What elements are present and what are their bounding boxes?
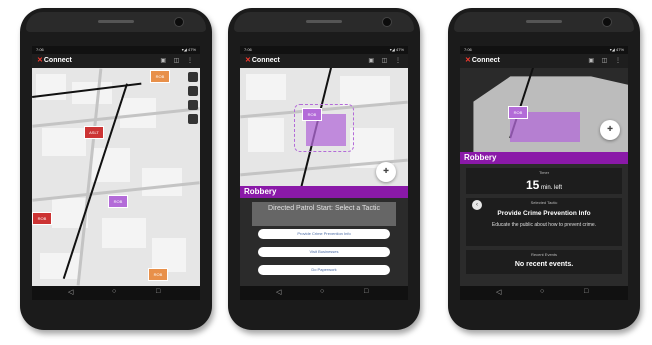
phone-map-view: 7:06 ▾◢ 47% ✕Connect ▣ ◫ ⋮ ROB ASLT ROB R… (20, 8, 212, 330)
tactic-name: Provide Crime Prevention Info (497, 210, 591, 217)
speaker (98, 20, 134, 23)
app-name: Connect (43, 57, 72, 64)
tactic-caption: Selected Tactic (530, 200, 558, 205)
map-block (40, 253, 80, 279)
system-nav-bar: ◁ ○ □ (460, 286, 628, 300)
status-icons: ▾◢ 47% (609, 47, 624, 52)
crime-marker[interactable]: ASLT (84, 126, 104, 139)
app-logo: ✕Connect (37, 56, 72, 64)
back-icon[interactable]: ◁ (68, 288, 73, 296)
back-circle-icon[interactable]: ‹ (472, 200, 482, 210)
locate-icon[interactable] (188, 86, 198, 96)
back-icon[interactable]: ◁ (276, 288, 281, 296)
phone-patrol-timer: 7:06 ▾◢ 47% ✕Connect ▣ ◫ ⋮ ROB ✚ Robbery … (448, 8, 640, 330)
system-nav-bar: ◁ ○ □ (32, 286, 200, 300)
camera (382, 17, 392, 27)
status-bar: 7:06 ▾◢ 47% (460, 46, 628, 54)
tactic-description: Educate the public about how to prevent … (491, 222, 597, 228)
camera (174, 17, 184, 27)
status-icons: ▾◢ 47% (389, 47, 404, 52)
app-name: Connect (251, 57, 280, 64)
timer-value: 15 (525, 178, 540, 192)
screen: 7:06 ▾◢ 47% ✕Connect ▣ ◫ ⋮ ROB ASLT ROB R… (32, 46, 200, 300)
phone-select-tactic: 7:06 ▾◢ 47% ✕Connect ▣ ◫ ⋮ ROB ✚ Robbery … (228, 8, 420, 330)
system-nav-bar: ◁ ○ □ (240, 286, 408, 300)
logo-mark: ✕ (37, 57, 43, 64)
status-time: 7:06 (36, 47, 44, 52)
status-time: 7:06 (464, 47, 472, 52)
status-icons: ▾◢ 47% (181, 47, 196, 52)
recents-icon[interactable]: □ (364, 288, 368, 295)
logo-mark: ✕ (245, 57, 251, 64)
crime-marker[interactable]: ROB (32, 212, 52, 225)
timer-unit: min. left (541, 185, 563, 191)
home-icon[interactable]: ○ (112, 288, 116, 295)
map[interactable]: ROB ASLT ROB ROB ROB (32, 68, 200, 286)
map-block (42, 128, 86, 156)
crime-marker[interactable]: ROB (150, 70, 170, 83)
app-logo: ✕Connect (465, 56, 500, 64)
recents-icon[interactable]: □ (584, 288, 588, 295)
timer-readout: 15 min. left (466, 178, 622, 192)
map-block (340, 76, 390, 106)
app-bar-icons[interactable]: ▣ ◫ ⋮ (160, 57, 196, 64)
crime-marker[interactable]: ROB (302, 108, 322, 121)
selected-tactic-card: ‹ Selected Tactic Provide Crime Preventi… (466, 198, 622, 246)
map-block (102, 218, 146, 248)
status-bar: 7:06 ▾◢ 47% (32, 46, 200, 54)
map[interactable]: ROB ✚ (240, 68, 408, 186)
timer-caption: Timer (538, 170, 550, 175)
map-block (248, 118, 284, 152)
speaker (526, 20, 562, 23)
screen: 7:06 ▾◢ 47% ✕Connect ▣ ◫ ⋮ ROB ✚ Robbery … (460, 46, 628, 300)
map-block (72, 82, 112, 104)
app-bar-icons[interactable]: ▣ ◫ ⋮ (368, 57, 404, 64)
incident-title: Robbery (460, 152, 628, 164)
status-time: 7:06 (244, 47, 252, 52)
home-icon[interactable]: ○ (320, 288, 324, 295)
app-bar-icons[interactable]: ▣ ◫ ⋮ (588, 57, 624, 64)
crime-marker[interactable]: ROB (108, 195, 128, 208)
events-caption: Recent Events (530, 252, 557, 257)
crime-marker[interactable]: ROB (508, 106, 528, 119)
crime-marker[interactable]: ROB (148, 268, 168, 281)
filter-icon[interactable] (188, 100, 198, 110)
map[interactable]: ROB ✚ (460, 68, 628, 152)
recents-icon[interactable]: □ (156, 288, 160, 295)
app-name: Connect (471, 57, 500, 64)
camera (602, 17, 612, 27)
app-bar: ✕Connect ▣ ◫ ⋮ (460, 54, 628, 68)
recent-events-card: Recent Events No recent events. (466, 250, 622, 274)
app-logo: ✕Connect (245, 56, 280, 64)
incident-title: Robbery (240, 186, 408, 198)
screen: 7:06 ▾◢ 47% ✕Connect ▣ ◫ ⋮ ROB ✚ Robbery … (240, 46, 408, 300)
layers-icon[interactable] (188, 72, 198, 82)
speaker (306, 20, 342, 23)
tactic-paperwork-button[interactable]: Do Paperwork (258, 265, 390, 275)
status-bar: 7:06 ▾◢ 47% (240, 46, 408, 54)
back-icon[interactable]: ◁ (496, 288, 501, 296)
map-block (152, 238, 186, 272)
home-icon[interactable]: ○ (540, 288, 544, 295)
events-text: No recent events. (514, 261, 574, 268)
zoom-fab[interactable]: ✚ (600, 120, 620, 140)
map-block (246, 74, 286, 100)
logo-mark: ✕ (465, 57, 471, 64)
tactic-panel: Directed Patrol Start: Select a Tactic P… (240, 198, 408, 286)
app-bar: ✕Connect ▣ ◫ ⋮ (240, 54, 408, 68)
timer-card: Timer 15 min. left (466, 168, 622, 194)
zoom-fab[interactable]: ✚ (376, 162, 396, 182)
map-block (142, 168, 182, 196)
tactic-crime-prevention-button[interactable]: Provide Crime Prevention Info (258, 229, 390, 239)
tactic-visit-businesses-button[interactable]: Visit Businesses (258, 247, 390, 257)
tactic-prompt: Directed Patrol Start: Select a Tactic (252, 202, 396, 226)
app-bar: ✕Connect ▣ ◫ ⋮ (32, 54, 200, 68)
list-icon[interactable] (188, 114, 198, 124)
